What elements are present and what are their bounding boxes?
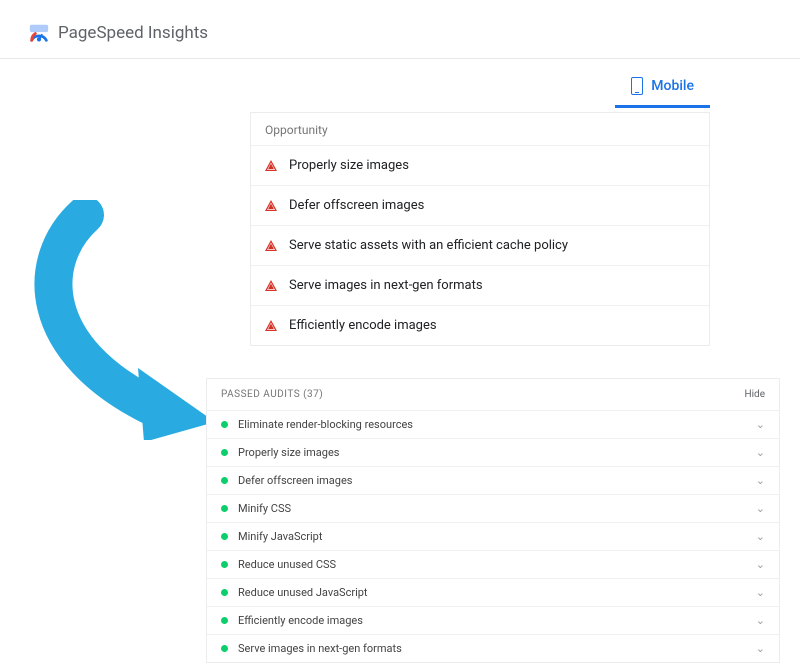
logo-wrap: PageSpeed Insights: [28, 22, 208, 44]
warning-triangle-icon: [265, 320, 277, 331]
hide-button[interactable]: Hide: [744, 389, 765, 400]
passed-audit-item[interactable]: Minify CSS ⌄: [207, 494, 779, 522]
pass-dot-icon: [221, 589, 228, 596]
pass-dot-icon: [221, 561, 228, 568]
passed-audit-label: Defer offscreen images: [238, 474, 352, 487]
opportunity-label: Defer offscreen images: [289, 198, 424, 213]
opportunity-label: Properly size images: [289, 158, 409, 173]
tab-row: Mobile: [0, 67, 800, 108]
passed-audit-item[interactable]: Efficiently encode images ⌄: [207, 606, 779, 634]
app-title: PageSpeed Insights: [58, 23, 208, 43]
chevron-down-icon: ⌄: [756, 530, 765, 543]
opportunity-heading: Opportunity: [251, 113, 709, 145]
opportunity-item[interactable]: Serve images in next-gen formats: [251, 265, 709, 305]
passed-audit-label: Properly size images: [238, 446, 339, 459]
passed-audits-header: PASSED AUDITS (37) Hide: [207, 379, 779, 410]
warning-triangle-icon: [265, 160, 277, 171]
pass-dot-icon: [221, 505, 228, 512]
passed-audit-label: Eliminate render-blocking resources: [238, 418, 413, 431]
chevron-down-icon: ⌄: [756, 558, 765, 571]
opportunity-item[interactable]: Serve static assets with an efficient ca…: [251, 225, 709, 265]
chevron-down-icon: ⌄: [756, 642, 765, 655]
passed-audit-item[interactable]: Minify JavaScript ⌄: [207, 522, 779, 550]
passed-audit-label: Reduce unused JavaScript: [238, 586, 368, 599]
warning-triangle-icon: [265, 200, 277, 211]
opportunity-label: Serve images in next-gen formats: [289, 278, 483, 293]
opportunity-panel: Opportunity Properly size images Defer o…: [250, 112, 710, 346]
opportunity-item[interactable]: Defer offscreen images: [251, 185, 709, 225]
tab-mobile[interactable]: Mobile: [615, 67, 710, 108]
mobile-icon: [631, 77, 643, 95]
opportunity-item[interactable]: Efficiently encode images: [251, 305, 709, 345]
passed-audits-heading: PASSED AUDITS (37): [221, 389, 323, 400]
app-header: PageSpeed Insights: [0, 0, 800, 59]
pass-dot-icon: [221, 533, 228, 540]
opportunity-item[interactable]: Properly size images: [251, 145, 709, 185]
chevron-down-icon: ⌄: [756, 586, 765, 599]
warning-triangle-icon: [265, 240, 277, 251]
tab-mobile-label: Mobile: [651, 78, 694, 94]
warning-triangle-icon: [265, 280, 277, 291]
pass-dot-icon: [221, 477, 228, 484]
passed-audit-label: Minify CSS: [238, 502, 291, 515]
passed-audit-item[interactable]: Reduce unused CSS ⌄: [207, 550, 779, 578]
passed-audit-item[interactable]: Eliminate render-blocking resources ⌄: [207, 410, 779, 438]
chevron-down-icon: ⌄: [756, 446, 765, 459]
chevron-down-icon: ⌄: [756, 474, 765, 487]
chevron-down-icon: ⌄: [756, 614, 765, 627]
passed-audit-label: Serve images in next-gen formats: [238, 642, 402, 655]
chevron-down-icon: ⌄: [756, 502, 765, 515]
passed-audits-panel: PASSED AUDITS (37) Hide Eliminate render…: [206, 378, 780, 663]
passed-audit-item[interactable]: Defer offscreen images ⌄: [207, 466, 779, 494]
opportunity-label: Serve static assets with an efficient ca…: [289, 238, 568, 253]
chevron-down-icon: ⌄: [756, 418, 765, 431]
passed-audit-item[interactable]: Reduce unused JavaScript ⌄: [207, 578, 779, 606]
passed-audit-item[interactable]: Properly size images ⌄: [207, 438, 779, 466]
passed-audit-label: Reduce unused CSS: [238, 558, 336, 571]
passed-audit-label: Minify JavaScript: [238, 530, 322, 543]
pass-dot-icon: [221, 449, 228, 456]
opportunity-label: Efficiently encode images: [289, 318, 437, 333]
pagespeed-logo-icon: [28, 22, 50, 44]
passed-audit-item[interactable]: Serve images in next-gen formats ⌄: [207, 634, 779, 662]
pass-dot-icon: [221, 617, 228, 624]
pass-dot-icon: [221, 645, 228, 652]
pass-dot-icon: [221, 421, 228, 428]
passed-audit-label: Efficiently encode images: [238, 614, 363, 627]
